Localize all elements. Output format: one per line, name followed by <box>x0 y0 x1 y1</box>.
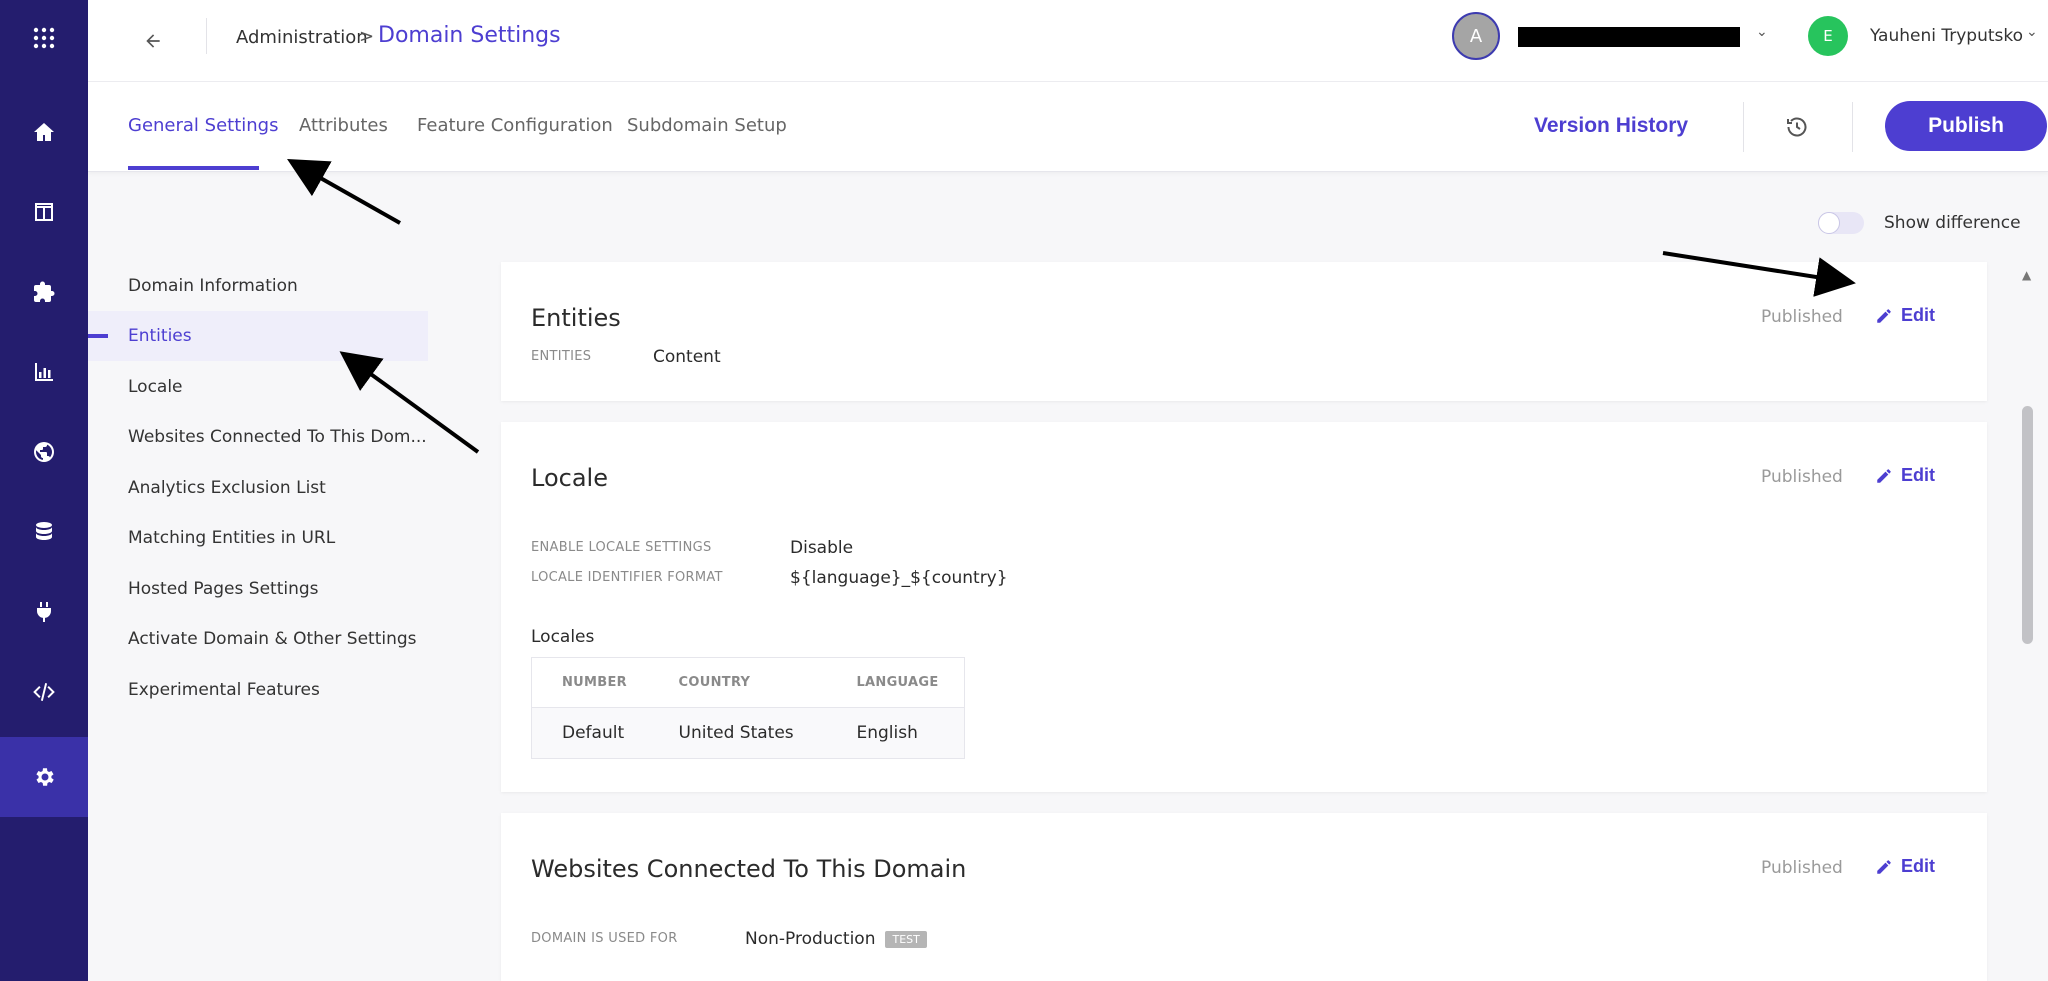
page-title: Domain Settings <box>378 23 561 48</box>
back-arrow-icon[interactable] <box>136 24 170 58</box>
card-title: Websites Connected To This Domain <box>531 855 967 883</box>
apps-grid-icon[interactable] <box>0 0 88 78</box>
entities-card: Entities Published Edit ENTITIES Content <box>501 262 1987 401</box>
publish-button[interactable]: Publish <box>1885 101 2047 151</box>
show-difference-label: Show difference <box>1884 213 2021 233</box>
status-badge: Published <box>1761 467 1843 487</box>
sidenav-item-experimental-features[interactable]: Experimental Features <box>128 680 320 700</box>
toolbar-divider <box>1743 102 1744 152</box>
sidenav-item-websites-connected[interactable]: Websites Connected To This Dom... <box>128 427 427 447</box>
field-value: ${language}_${country} <box>790 568 1008 588</box>
breadcrumb-separator: > <box>359 26 375 47</box>
sidenav-item-matching-entities[interactable]: Matching Entities in URL <box>128 528 335 548</box>
tab-attributes[interactable]: Attributes <box>299 115 388 136</box>
table-cell: Default <box>531 707 649 759</box>
gear-icon[interactable] <box>0 737 88 817</box>
table-cell: United States <box>648 707 827 759</box>
top-header: Administration > Domain Settings A ⌄ E Y… <box>88 0 2048 82</box>
annotation-arrow-tab <box>287 159 401 225</box>
puzzle-icon[interactable] <box>0 252 88 332</box>
field-value: Disable <box>790 538 854 558</box>
sidenav-item-analytics-exclusion[interactable]: Analytics Exclusion List <box>128 478 326 498</box>
tab-general-settings[interactable]: General Settings <box>128 115 279 136</box>
database-icon[interactable] <box>0 492 88 572</box>
pencil-icon <box>1877 308 1891 323</box>
field-label: ENABLE LOCALE SETTINGS <box>531 540 712 555</box>
table-header: COUNTRY <box>648 657 827 708</box>
user-avatar[interactable]: E <box>1808 16 1848 56</box>
app-rail <box>0 0 88 981</box>
card-title: Entities <box>531 304 621 332</box>
sidenav-item-activate-domain[interactable]: Activate Domain & Other Settings <box>128 629 417 649</box>
settings-tabbar: General Settings Attributes Feature Conf… <box>88 82 2048 172</box>
version-history-link[interactable]: Version History <box>1534 114 1688 138</box>
chevron-down-icon[interactable]: ⌄ <box>2026 24 2038 40</box>
scrollbar-thumb[interactable] <box>2022 406 2033 644</box>
edit-label: Edit <box>1901 305 1935 325</box>
header-divider <box>206 18 207 54</box>
sidenav-item-domain-information[interactable]: Domain Information <box>128 276 298 296</box>
status-badge: Published <box>1761 307 1843 327</box>
sidenav-item-hosted-pages[interactable]: Hosted Pages Settings <box>128 579 319 599</box>
edit-button[interactable]: Edit <box>1875 465 1935 486</box>
field-label: LOCALE IDENTIFIER FORMAT <box>531 570 723 585</box>
home-icon[interactable] <box>0 92 88 172</box>
field-label: ENTITIES <box>531 349 592 364</box>
edit-button[interactable]: Edit <box>1875 856 1935 877</box>
code-icon[interactable] <box>0 652 88 732</box>
edit-label: Edit <box>1901 856 1935 876</box>
org-name-redacted[interactable] <box>1518 27 1740 47</box>
toggle-knob <box>1818 212 1840 234</box>
tab-feature-configuration[interactable]: Feature Configuration <box>417 115 613 136</box>
card-title: Locale <box>531 464 608 492</box>
show-difference-toggle[interactable] <box>1818 212 1864 234</box>
tab-subdomain-setup[interactable]: Subdomain Setup <box>627 115 787 136</box>
pencil-icon <box>1877 859 1891 874</box>
locale-card: Locale Published Edit ENABLE LOCALE SETT… <box>501 422 1987 792</box>
edit-button[interactable]: Edit <box>1875 305 1935 326</box>
scroll-up-arrow-icon[interactable]: ▲ <box>2022 268 2031 282</box>
edit-label: Edit <box>1901 465 1935 485</box>
toolbar-divider <box>1852 102 1853 152</box>
org-avatar[interactable]: A <box>1452 12 1500 60</box>
field-value-text: Non-Production <box>745 929 876 949</box>
plug-icon[interactable] <box>0 572 88 652</box>
table-cell: English <box>826 707 965 759</box>
websites-card: Websites Connected To This Domain Publis… <box>501 813 1987 981</box>
globe-icon[interactable] <box>0 412 88 492</box>
field-value: Content <box>653 347 721 367</box>
sidenav-item-locale[interactable]: Locale <box>128 377 183 397</box>
field-value: Non-Production TEST <box>745 929 927 949</box>
layout-icon[interactable] <box>0 172 88 252</box>
sidenav-item-entities[interactable]: Entities <box>128 326 192 346</box>
table-row: Default United States English <box>531 707 965 759</box>
user-name[interactable]: Yauheni Tryputsko <box>1870 26 2023 46</box>
environment-badge: TEST <box>885 930 927 948</box>
bar-chart-icon[interactable] <box>0 332 88 412</box>
table-header: LANGUAGE <box>826 657 965 708</box>
locales-heading: Locales <box>531 627 595 647</box>
history-icon[interactable] <box>1782 112 1812 142</box>
pencil-icon <box>1877 468 1891 483</box>
locales-table: NUMBER COUNTRY LANGUAGE Default United S… <box>531 657 965 759</box>
status-badge: Published <box>1761 858 1843 878</box>
breadcrumb-administration[interactable]: Administration <box>236 27 368 48</box>
field-label: DOMAIN IS USED FOR <box>531 931 678 946</box>
table-header: NUMBER <box>531 657 649 708</box>
sidenav-active-marker <box>88 334 108 338</box>
active-tab-indicator <box>128 166 259 170</box>
chevron-down-icon[interactable]: ⌄ <box>1756 24 1768 40</box>
